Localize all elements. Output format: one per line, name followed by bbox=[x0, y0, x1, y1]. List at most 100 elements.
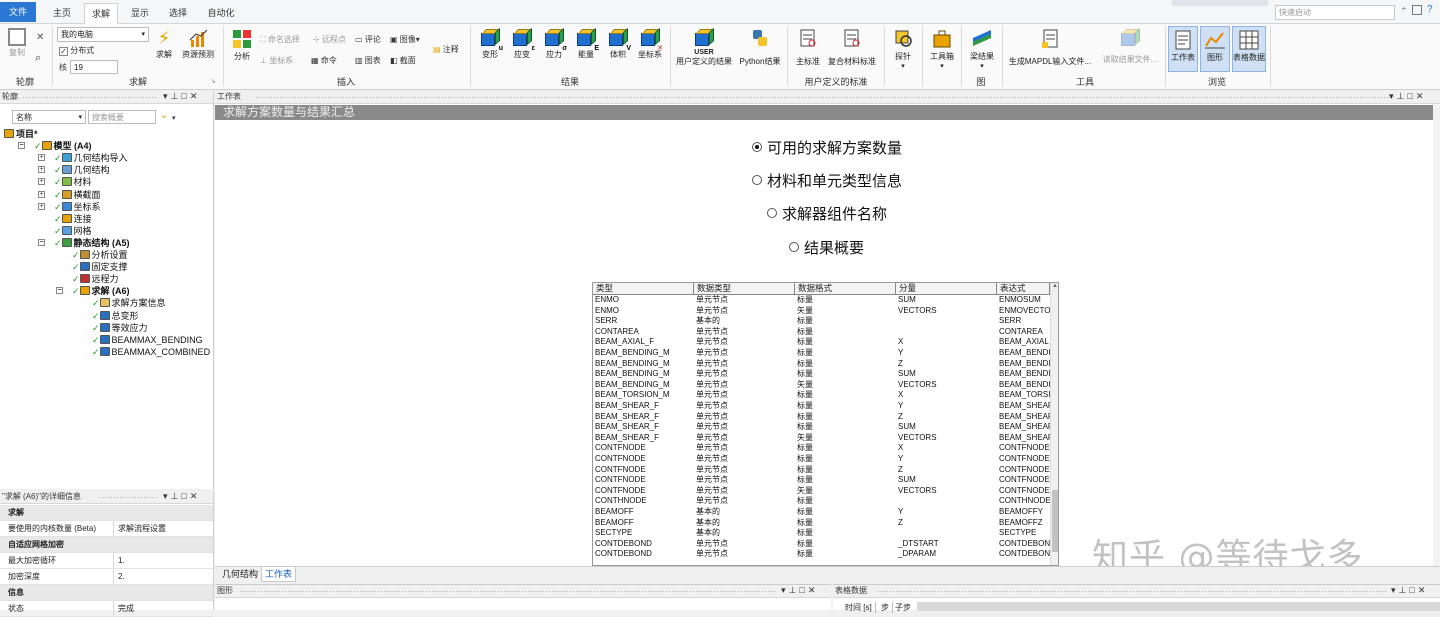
beam-results-button[interactable]: 梁结果 ▾ bbox=[965, 28, 999, 70]
chevron-up-icon[interactable]: ⌃ bbox=[1400, 6, 1408, 17]
dropdown-icon[interactable]: ▾ bbox=[1389, 91, 1397, 101]
details-value[interactable]: 2. bbox=[116, 569, 213, 584]
table-header-cell[interactable]: 数据格式 bbox=[795, 283, 896, 295]
radio-solution-count[interactable]: 可用的求解方案数量 bbox=[752, 137, 902, 158]
details-section[interactable]: 求解 bbox=[0, 505, 213, 521]
maximize-icon[interactable]: □ bbox=[1407, 91, 1415, 101]
tree-item[interactable]: ✓ 远程力 bbox=[72, 273, 119, 285]
tab-select[interactable]: 选择 bbox=[162, 3, 194, 24]
outline-filter-select[interactable]: 名称 ▾ bbox=[12, 110, 86, 124]
comment-button[interactable]: ▭ 评论 bbox=[355, 34, 381, 45]
tree-item[interactable]: ✓ 等效应力 bbox=[92, 322, 148, 334]
tab-automation[interactable]: 自动化 bbox=[200, 3, 242, 24]
radio-material-element-info[interactable]: 材料和单元类型信息 bbox=[752, 170, 902, 191]
tab-worksheet[interactable]: 工作表 bbox=[261, 567, 297, 582]
tree-item[interactable]: + ✓ 坐标系 bbox=[38, 201, 101, 213]
analysis-button[interactable]: 分析 bbox=[228, 28, 256, 62]
table-scrollbar-thumb[interactable] bbox=[1052, 490, 1058, 552]
pin-icon[interactable]: ⊥ bbox=[789, 585, 800, 595]
coordinate-system-button[interactable]: ⊥ 坐标系 bbox=[260, 55, 293, 66]
generate-mapdl-input-button[interactable]: 生成MAPDL输入文件... bbox=[1007, 28, 1093, 67]
maximize-icon[interactable]: □ bbox=[181, 91, 189, 101]
collapse-icon[interactable]: − bbox=[38, 238, 45, 246]
energy-button[interactable]: E 能量 bbox=[571, 27, 601, 60]
tree-item[interactable]: + ✓ 横截面 bbox=[38, 189, 101, 201]
table-header-cell[interactable]: 表达式 bbox=[997, 283, 1050, 295]
composite-criteria-button[interactable]: 复合材料标准 bbox=[825, 28, 879, 67]
expand-icon[interactable]: + bbox=[38, 178, 45, 186]
pin-icon[interactable]: ⊥ bbox=[1399, 585, 1410, 595]
help-icon[interactable]: ? bbox=[1427, 4, 1433, 15]
expand-icon[interactable]: + bbox=[38, 154, 45, 162]
scroll-up-icon[interactable]: ▲ bbox=[1052, 283, 1058, 289]
dropdown-icon[interactable]: ▾ bbox=[163, 491, 171, 501]
details-section[interactable]: 信息 bbox=[0, 585, 213, 601]
collapse-icon[interactable]: − bbox=[18, 142, 25, 150]
tree-item[interactable]: ✓ 分析设置 bbox=[72, 249, 128, 261]
chart-button[interactable]: ▥ 图表 bbox=[355, 55, 381, 66]
tree-item[interactable]: + ✓ 几何结构 bbox=[38, 164, 110, 176]
solve-target-select[interactable]: 我的电脑 ▾ bbox=[57, 27, 149, 42]
tree-item[interactable]: 项目* bbox=[4, 128, 38, 140]
tab-geometry[interactable]: 几何结构 bbox=[219, 567, 261, 582]
details-value[interactable]: 1. bbox=[116, 553, 213, 568]
note-icon[interactable] bbox=[1412, 5, 1422, 15]
close-icon[interactable]: ✕ bbox=[1416, 91, 1427, 101]
collapse-icon[interactable]: − bbox=[56, 287, 63, 295]
dropdown-icon[interactable]: ▾ bbox=[781, 585, 789, 595]
table-data-button[interactable]: 表格数据 bbox=[1232, 26, 1266, 72]
distributed-checkbox[interactable]: ✓ 分布式 bbox=[59, 45, 94, 56]
quick-launch-input[interactable]: 快速启动 bbox=[1275, 5, 1395, 20]
annotation-button[interactable]: ▤ 注释 bbox=[433, 44, 459, 55]
close-icon[interactable]: ✕ bbox=[190, 491, 201, 501]
maximize-icon[interactable]: □ bbox=[181, 491, 189, 501]
worksheet-button[interactable]: 工作表 bbox=[1168, 26, 1198, 72]
pin-icon[interactable]: ⊥ bbox=[1397, 91, 1408, 101]
dropdown-icon[interactable]: ▾ bbox=[1391, 585, 1399, 595]
tree-item[interactable]: ✓ BEAMMAX_BENDING bbox=[92, 334, 203, 346]
tree-item[interactable]: ✓ 网格 bbox=[54, 225, 92, 237]
named-selection-button[interactable]: ⛶ 命名选择 bbox=[260, 34, 300, 45]
dropdown-icon[interactable]: ▾ bbox=[163, 91, 171, 101]
dialog-launcher-icon[interactable]: ↘ bbox=[210, 77, 216, 85]
tree-item[interactable]: − ✓ 模型 (A4) bbox=[18, 140, 92, 152]
solve-button[interactable]: ⚡ 求解 bbox=[153, 28, 175, 60]
tree-item[interactable]: ✓ BEAMMAX_COMBINED bbox=[92, 346, 210, 358]
table-header-cell[interactable]: 分量 bbox=[896, 283, 997, 295]
maximize-icon[interactable]: □ bbox=[1409, 585, 1417, 595]
cores-input[interactable]: 19 bbox=[70, 60, 118, 74]
dropdown-icon[interactable]: ▾ bbox=[172, 114, 176, 122]
details-value[interactable]: 求解流程设置 bbox=[116, 521, 213, 536]
table-header-cell[interactable]: 数据类型 bbox=[694, 283, 795, 295]
volume-button[interactable]: V 体积 bbox=[603, 27, 633, 60]
expand-icon[interactable]: + bbox=[38, 190, 45, 198]
python-result-button[interactable]: Python结果 bbox=[737, 28, 783, 67]
tree-item[interactable]: ✓ 总变形 bbox=[92, 310, 139, 322]
tree-item[interactable]: ✓ 连接 bbox=[54, 213, 92, 225]
maximize-icon[interactable]: □ bbox=[799, 585, 807, 595]
expand-icon[interactable]: + bbox=[38, 166, 45, 174]
worksheet-scrollbar[interactable] bbox=[1433, 105, 1440, 566]
stress-button[interactable]: σ 应力 bbox=[539, 27, 569, 60]
tree-item[interactable]: − ✓ 求解 (A6) bbox=[56, 285, 130, 297]
tab-display[interactable]: 显示 bbox=[122, 3, 158, 24]
result-coordinate-system-button[interactable]: ✕ 坐标系 bbox=[635, 27, 665, 60]
section-button[interactable]: ◧ 截面 bbox=[390, 55, 416, 66]
close-icon[interactable]: ✕ bbox=[1418, 585, 1429, 595]
tree-item[interactable]: + ✓ 几何结构导入 bbox=[38, 152, 128, 164]
copy-button[interactable]: 复制 bbox=[4, 28, 30, 58]
close-icon[interactable]: ✕ bbox=[36, 32, 44, 43]
tree-item[interactable]: ✓ 固定支撑 bbox=[72, 261, 128, 273]
expand-icon[interactable]: + bbox=[38, 202, 45, 210]
tree-item[interactable]: − ✓ 静态结构 (A5) bbox=[38, 237, 130, 249]
search-icon[interactable]: ⌕ bbox=[35, 52, 41, 65]
command-button[interactable]: ▦ 命令 bbox=[311, 55, 337, 66]
read-result-files-button[interactable]: 读取结果文件... bbox=[1097, 27, 1163, 65]
pin-icon[interactable]: ⊥ bbox=[171, 491, 182, 501]
strain-button[interactable]: ε 应变 bbox=[507, 27, 537, 60]
tree-item[interactable]: ✓ 求解方案信息 bbox=[92, 297, 166, 309]
primary-criteria-button[interactable]: 主标准 bbox=[793, 28, 823, 67]
table-header-cell[interactable]: 类型 bbox=[593, 283, 694, 295]
outline-search-input[interactable]: 搜索概要 bbox=[88, 110, 156, 124]
tab-solve[interactable]: 求解 bbox=[84, 3, 118, 24]
